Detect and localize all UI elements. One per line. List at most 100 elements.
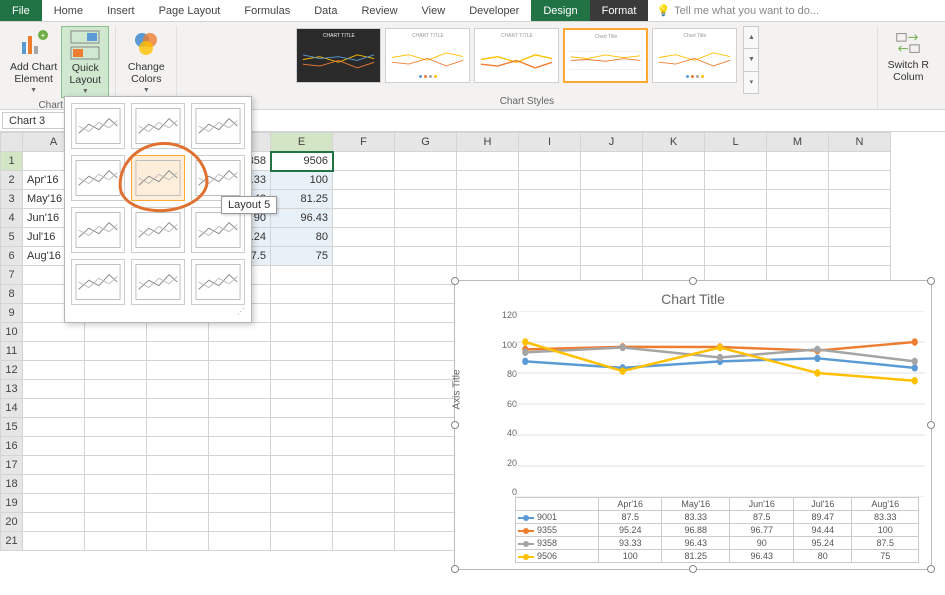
cell[interactable] [705,209,767,228]
chart-style-1[interactable]: CHART TITLE [296,28,381,83]
cell[interactable] [705,152,767,171]
cell[interactable] [147,494,209,513]
cell[interactable] [85,456,147,475]
cell[interactable] [23,380,85,399]
cell[interactable] [395,152,457,171]
cell[interactable] [457,171,519,190]
cell[interactable] [395,494,457,513]
cell[interactable] [209,532,271,551]
col-header[interactable]: K [643,133,705,152]
cell[interactable] [705,247,767,266]
col-header[interactable]: F [333,133,395,152]
cell[interactable] [581,152,643,171]
cell[interactable] [829,247,891,266]
layout-option-8[interactable] [131,207,185,253]
cell[interactable] [23,475,85,494]
cell[interactable] [395,171,457,190]
cell[interactable] [643,171,705,190]
cell[interactable] [457,228,519,247]
cell[interactable] [333,304,395,323]
cell[interactable] [271,494,333,513]
add-chart-element-button[interactable]: + Add Chart Element ▼ [6,26,61,98]
cell[interactable] [271,399,333,418]
cell[interactable] [333,513,395,532]
col-header[interactable]: H [457,133,519,152]
cell[interactable] [333,266,395,285]
chart-title[interactable]: Chart Title [461,287,925,311]
col-header[interactable]: J [581,133,643,152]
embedded-chart[interactable]: Chart Title Axis Title 120100806040200 A… [454,280,932,570]
cell[interactable] [147,456,209,475]
cell[interactable] [333,285,395,304]
change-colors-button[interactable]: Change Colors ▼ [122,26,170,96]
cell[interactable] [395,266,457,285]
tab-format[interactable]: Format [590,0,649,21]
cell[interactable] [333,475,395,494]
cell[interactable] [705,171,767,190]
layout-option-12[interactable] [191,259,245,305]
cell[interactable] [209,342,271,361]
col-header[interactable]: E [271,133,333,152]
cell[interactable] [23,494,85,513]
cell[interactable] [581,171,643,190]
cell[interactable] [147,475,209,494]
cell[interactable] [333,209,395,228]
cell[interactable] [333,247,395,266]
layout-option-7[interactable] [71,207,125,253]
cell[interactable] [147,380,209,399]
cell[interactable] [395,342,457,361]
cell[interactable] [829,152,891,171]
chart-plot-area[interactable] [515,311,925,497]
row-header[interactable]: 7 [1,266,23,285]
layout-option-11[interactable] [131,259,185,305]
chart-style-4[interactable]: Chart Title [563,28,648,83]
cell[interactable] [85,494,147,513]
layout-option-2[interactable] [131,103,185,149]
cell[interactable] [333,456,395,475]
cell[interactable] [85,532,147,551]
tab-insert[interactable]: Insert [95,0,147,21]
cell[interactable] [147,399,209,418]
cell[interactable] [147,323,209,342]
cell[interactable] [85,475,147,494]
tab-review[interactable]: Review [349,0,409,21]
row-header[interactable]: 1 [1,152,23,171]
gallery-more-icon[interactable]: ▾ [744,72,758,93]
cell[interactable] [271,437,333,456]
cell[interactable] [147,418,209,437]
layout-option-3[interactable] [191,103,245,149]
cell[interactable] [23,456,85,475]
scroll-down-icon[interactable]: ▼ [744,49,758,71]
cell[interactable] [85,418,147,437]
layout-option-6[interactable] [191,155,245,201]
cell[interactable] [705,190,767,209]
row-header[interactable]: 4 [1,209,23,228]
row-header[interactable]: 13 [1,380,23,399]
cell[interactable] [85,323,147,342]
cell[interactable]: 81.25 [271,190,333,209]
row-header[interactable]: 12 [1,361,23,380]
cell[interactable] [271,380,333,399]
cell[interactable]: 96.43 [271,209,333,228]
row-header[interactable]: 21 [1,532,23,551]
tab-page-layout[interactable]: Page Layout [147,0,233,21]
cell[interactable] [333,171,395,190]
cell[interactable] [271,304,333,323]
cell[interactable] [519,247,581,266]
resize-handle-icon[interactable]: ⋰ [71,305,245,316]
cell[interactable] [643,190,705,209]
layout-option-10[interactable] [71,259,125,305]
layout-option-5[interactable] [131,155,185,201]
cell[interactable] [271,361,333,380]
cell[interactable] [333,152,395,171]
cell[interactable] [395,209,457,228]
row-header[interactable]: 20 [1,513,23,532]
cell[interactable]: 75 [271,247,333,266]
tab-view[interactable]: View [410,0,458,21]
cell[interactable] [23,323,85,342]
cell[interactable] [271,342,333,361]
cell[interactable] [209,513,271,532]
cell[interactable]: 80 [271,228,333,247]
cell[interactable] [829,190,891,209]
cell[interactable] [643,152,705,171]
